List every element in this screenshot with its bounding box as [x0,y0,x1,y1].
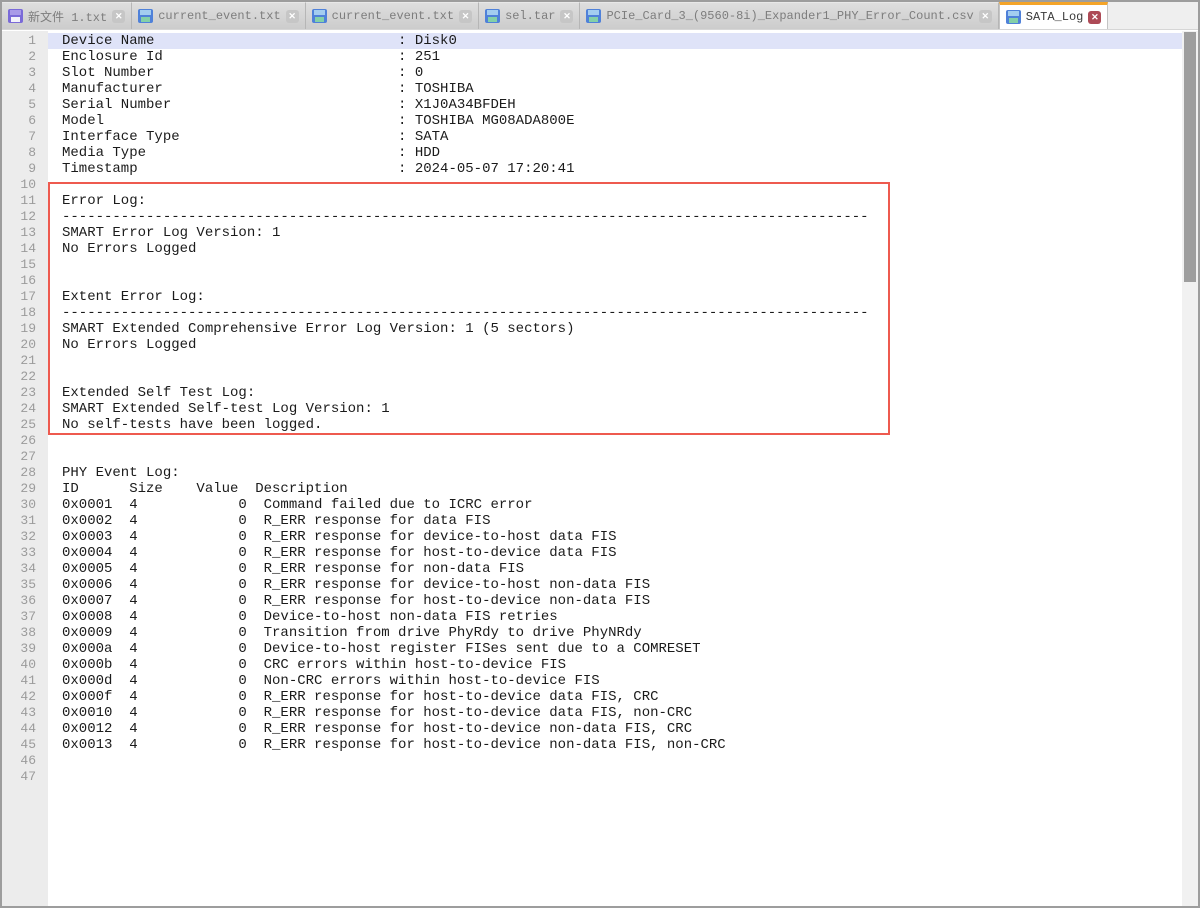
line-number: 36 [2,593,48,609]
line-number: 34 [2,561,48,577]
tab-sata-log[interactable]: SATA_Log ✕ [999,2,1109,29]
line-number: 12 [2,209,48,225]
line-number: 29 [2,481,48,497]
line-number: 38 [2,625,48,641]
tab-label: sel.tar [505,9,555,23]
tab-pcie-card-3-9560-8i-expander1-phy-error-count-csv[interactable]: PCIe_Card_3_(9560-8i)_Expander1_PHY_Erro… [580,2,998,29]
save-icon [586,9,601,23]
line-number: 45 [2,737,48,753]
close-icon[interactable]: ✕ [459,10,472,23]
editor-text[interactable]: Device Name : Disk0 Enclosure Id : 251 S… [48,31,1182,769]
line-number: 40 [2,657,48,673]
close-icon[interactable]: ✕ [286,10,299,23]
tab-label: 新文件 1.txt [28,8,107,25]
line-number: 28 [2,465,48,481]
line-number: 1 [2,33,48,49]
line-number: 30 [2,497,48,513]
line-number: 22 [2,369,48,385]
line-number: 31 [2,513,48,529]
line-number: 33 [2,545,48,561]
scrollbar-thumb[interactable] [1184,32,1196,282]
save-icon [1006,10,1021,24]
line-number: 42 [2,689,48,705]
line-number: 3 [2,65,48,81]
tab-current-event-txt[interactable]: current_event.txt ✕ [306,2,479,29]
line-number: 13 [2,225,48,241]
line-number: 2 [2,49,48,65]
save-icon [8,9,23,23]
vertical-scrollbar[interactable] [1182,31,1198,906]
tab-1-txt[interactable]: 新文件 1.txt ✕ [2,2,132,29]
line-number: 44 [2,721,48,737]
tab-sel-tar[interactable]: sel.tar ✕ [479,2,580,29]
text-editor-window: 新文件 1.txt✕current_event.txt✕current_even… [0,0,1200,908]
line-number: 15 [2,257,48,273]
code-region: Device Name : Disk0 Enclosure Id : 251 S… [48,31,1182,906]
line-number: 35 [2,577,48,593]
line-number: 46 [2,753,48,769]
close-icon[interactable]: ✕ [1088,11,1101,24]
save-icon [138,9,153,23]
tab-current-event-txt[interactable]: current_event.txt ✕ [132,2,305,29]
line-number: 18 [2,305,48,321]
line-number: 25 [2,417,48,433]
tab-label: current_event.txt [332,9,454,23]
line-number: 6 [2,113,48,129]
save-icon [485,9,500,23]
line-number: 27 [2,449,48,465]
editor-area: 1234567891011121314151617181920212223242… [2,31,1198,906]
line-number: 24 [2,401,48,417]
close-icon[interactable]: ✕ [979,10,992,23]
line-number: 43 [2,705,48,721]
line-number: 5 [2,97,48,113]
save-icon [312,9,327,23]
line-number: 39 [2,641,48,657]
line-number: 19 [2,321,48,337]
line-number: 11 [2,193,48,209]
line-number: 41 [2,673,48,689]
line-number: 23 [2,385,48,401]
tab-bar: 新文件 1.txt✕current_event.txt✕current_even… [2,2,1198,30]
line-number: 47 [2,769,48,785]
line-number: 32 [2,529,48,545]
tab-label: PCIe_Card_3_(9560-8i)_Expander1_PHY_Erro… [606,9,973,23]
line-number: 10 [2,177,48,193]
line-number: 16 [2,273,48,289]
line-number: 4 [2,81,48,97]
line-number: 7 [2,129,48,145]
tab-label: current_event.txt [158,9,280,23]
line-number: 26 [2,433,48,449]
line-number: 8 [2,145,48,161]
close-icon[interactable]: ✕ [112,10,125,23]
line-number: 20 [2,337,48,353]
line-number: 9 [2,161,48,177]
line-number: 37 [2,609,48,625]
tab-label: SATA_Log [1026,10,1084,24]
line-number: 14 [2,241,48,257]
line-number: 17 [2,289,48,305]
close-icon[interactable]: ✕ [560,10,573,23]
line-number: 21 [2,353,48,369]
line-number-gutter: 1234567891011121314151617181920212223242… [2,31,48,906]
